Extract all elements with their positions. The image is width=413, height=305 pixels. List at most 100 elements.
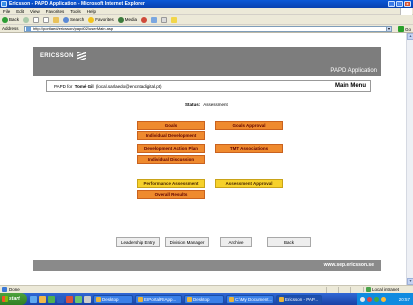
page-viewport: ERICSSON PAPD Application PAPD for Tomé …	[0, 33, 406, 285]
favorites-button[interactable]: Favorites	[88, 16, 114, 23]
division-manager-button[interactable]: Division Manager	[165, 237, 209, 247]
ie-icon	[279, 296, 284, 302]
address-label: Address	[2, 26, 19, 31]
overall-results-button[interactable]: Overall Results	[137, 190, 205, 199]
windows-flag-icon	[2, 296, 8, 302]
assessment-approval-button[interactable]: Assessment Approval	[215, 179, 283, 188]
ericsson-mark-icon	[76, 52, 86, 60]
stop-icon[interactable]	[33, 16, 40, 23]
back-button[interactable]: Back	[2, 16, 19, 23]
go-arrow-icon	[397, 26, 404, 32]
back-arrow-icon	[2, 16, 8, 23]
tray-icon[interactable]	[367, 296, 372, 302]
taskbar-item[interactable]: C:\My Document...	[226, 294, 274, 304]
footer-link[interactable]: www.sep.ericsson.se	[324, 262, 374, 268]
media-button[interactable]: Media	[117, 16, 137, 23]
menu-help[interactable]: Help	[87, 9, 96, 14]
user-info-bar: PAPD for Tomé Gil (local.sarlaedo@encnta…	[46, 80, 371, 92]
taskbar-item[interactable]: Desktop	[93, 294, 133, 304]
search-icon	[63, 16, 70, 23]
desktop-quicklaunch-icon[interactable]	[84, 295, 91, 303]
tray-icon[interactable]	[360, 296, 365, 302]
tray-icon[interactable]	[374, 296, 379, 302]
taskbar-item[interactable]: Desktop	[184, 294, 224, 304]
folder-icon	[96, 296, 101, 302]
goals-button[interactable]: Goals	[137, 121, 205, 130]
word-quicklaunch-icon[interactable]	[57, 295, 64, 303]
back-page-button[interactable]: Back	[267, 237, 311, 247]
leadership-entry-button[interactable]: Leadership Entry	[116, 237, 160, 247]
print-icon[interactable]	[161, 16, 168, 23]
ie-icon	[138, 296, 143, 302]
status-label: Status:	[185, 102, 201, 107]
menu-tools[interactable]: Tools	[70, 9, 81, 14]
start-button[interactable]: start	[0, 293, 27, 305]
menu-bar: File Edit View Favorites Tools Help	[0, 8, 413, 15]
taskbar-item[interactable]: EIPortalRIApp...	[135, 294, 182, 304]
forward-arrow-icon[interactable]	[23, 16, 30, 23]
status-value: Assessment	[203, 102, 228, 107]
clock[interactable]: 20:57	[399, 297, 413, 302]
individual-development-button[interactable]: Individual Development	[137, 131, 205, 140]
outlook-quicklaunch-icon[interactable]	[39, 295, 46, 303]
page-icon	[26, 27, 31, 31]
windows-logo-icon	[400, 8, 412, 15]
mail-icon[interactable]	[151, 16, 158, 23]
refresh-icon[interactable]	[43, 16, 50, 23]
folder-icon	[229, 296, 234, 302]
address-dropdown-icon[interactable]: ▾	[386, 26, 392, 32]
menu-favorites[interactable]: Favorites	[46, 9, 65, 14]
system-tray: 20:57	[357, 293, 413, 305]
window-title: Ericsson - PAPD Application - Microsoft …	[9, 1, 145, 7]
tmt-associations-button[interactable]: TMT Associations	[215, 144, 283, 153]
archive-button[interactable]: Archive	[220, 237, 252, 247]
taskbar-item-active[interactable]: Ericsson - PAP...	[276, 294, 322, 304]
go-button[interactable]: Go	[397, 26, 411, 32]
page-done-icon	[2, 287, 7, 292]
performance-assessment-button[interactable]: Performance Assessment	[137, 179, 205, 188]
page-title: Main Menu	[335, 83, 366, 89]
folder-icon	[187, 296, 192, 302]
folder-icon[interactable]	[171, 16, 178, 23]
maximize-button[interactable]: □	[396, 1, 403, 7]
intranet-icon	[365, 287, 371, 292]
browser-toolbar: Back Search Favorites Media	[0, 15, 413, 25]
history-icon[interactable]	[141, 16, 148, 23]
minimize-button[interactable]: _	[388, 1, 395, 7]
close-button[interactable]: x	[404, 1, 411, 7]
user-email: (local.sarlaedo@encntadigital.pt)	[95, 83, 162, 89]
security-zone: Local intranet	[362, 287, 399, 292]
browser-statusbar: Done Local intranet	[0, 285, 413, 293]
ie-icon	[1, 1, 7, 7]
page-header: ERICSSON PAPD Application	[33, 47, 381, 76]
page-footer: www.sep.ericsson.se	[33, 260, 381, 271]
address-input[interactable]: http://portlaed/ericsson/papd02/userMain…	[24, 26, 392, 32]
quick-launch	[30, 295, 91, 303]
status-text: Done	[9, 287, 20, 292]
development-action-plan-button[interactable]: Development Action Plan	[137, 144, 205, 153]
powerpoint-quicklaunch-icon[interactable]	[66, 295, 73, 303]
scroll-up-icon[interactable]: ▲	[407, 33, 413, 40]
menu-file[interactable]: File	[3, 9, 10, 14]
vertical-scrollbar[interactable]: ▲ ▼	[406, 33, 413, 285]
ericsson-logo[interactable]: ERICSSON	[40, 52, 86, 60]
window-titlebar[interactable]: Ericsson - PAPD Application - Microsoft …	[0, 0, 413, 8]
tray-icon[interactable]	[381, 296, 386, 302]
scroll-down-icon[interactable]: ▼	[407, 278, 413, 285]
menu-edit[interactable]: Edit	[16, 9, 24, 14]
individual-discussion-button[interactable]: Individual Discussion	[137, 155, 205, 164]
app-title: PAPD Application	[330, 68, 377, 74]
status-row: Status: Assessment	[185, 102, 228, 107]
user-name: Tomé Gil	[74, 83, 94, 89]
ie-quicklaunch-icon[interactable]	[30, 295, 37, 303]
star-icon	[88, 16, 95, 23]
app-quicklaunch-icon[interactable]	[75, 295, 82, 303]
menu-view[interactable]: View	[30, 9, 40, 14]
excel-quicklaunch-icon[interactable]	[48, 295, 55, 303]
search-button[interactable]: Search	[63, 16, 84, 23]
goals-approval-button[interactable]: Goals Approval	[215, 121, 283, 130]
windows-taskbar: start Desktop EIPortalRIApp... Desktop C…	[0, 293, 413, 305]
address-bar: Address http://portlaed/ericsson/papd02/…	[0, 25, 413, 33]
media-icon	[117, 16, 124, 23]
home-icon[interactable]	[53, 16, 60, 23]
